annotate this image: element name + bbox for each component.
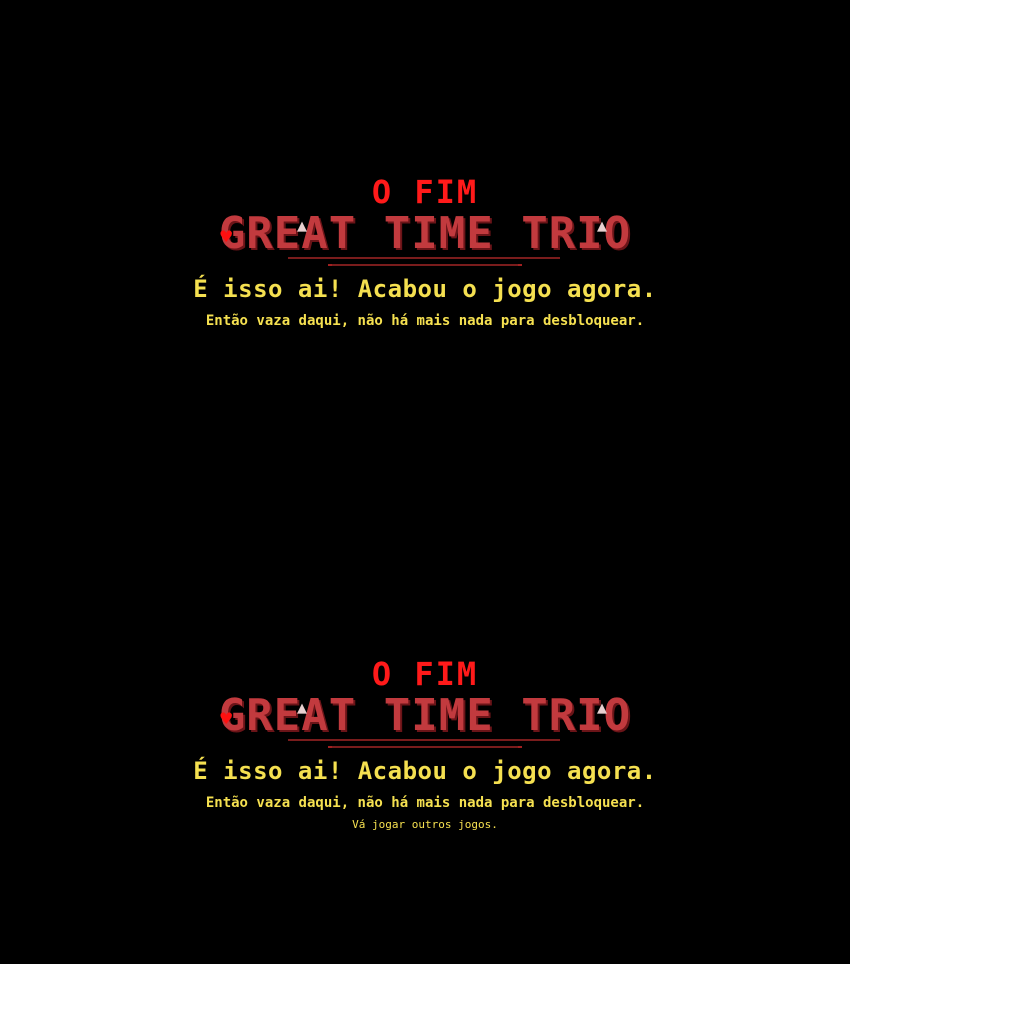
end-extra-message: Vá jogar outros jogos. bbox=[352, 818, 498, 831]
end-message: É isso ai! Acabou o jogo agora. bbox=[193, 275, 657, 303]
game-screen: O FIM GREAT TIME TRIO ♥ ▲ ▲ É isso ai! A… bbox=[0, 0, 850, 964]
logo-underline bbox=[328, 746, 522, 748]
arrow-up-icon: ▲ bbox=[597, 219, 607, 234]
end-submessage: Então vaza daqui, não há mais nada para … bbox=[205, 313, 645, 329]
the-end-title: O FIM bbox=[371, 173, 479, 211]
heart-icon: ♥ bbox=[219, 227, 234, 246]
arrow-up-icon: ▲ bbox=[297, 219, 307, 234]
end-message: É isso ai! Acabou o jogo agora. bbox=[193, 757, 657, 785]
the-end-title: O FIM bbox=[371, 655, 479, 693]
game-logo: GREAT TIME TRIO ♥ ▲ ▲ bbox=[162, 212, 688, 272]
arrow-up-icon: ▲ bbox=[297, 701, 307, 716]
logo-underline bbox=[328, 264, 522, 266]
heart-icon: ♥ bbox=[219, 709, 234, 728]
logo-text: GREAT TIME TRIO bbox=[218, 690, 632, 741]
logo-underline bbox=[288, 257, 560, 259]
end-submessage: Então vaza daqui, não há mais nada para … bbox=[205, 795, 645, 811]
logo-underline bbox=[288, 739, 560, 741]
game-logo: GREAT TIME TRIO ♥ ▲ ▲ bbox=[162, 694, 688, 754]
arrow-up-icon: ▲ bbox=[597, 701, 607, 716]
logo-text: GREAT TIME TRIO bbox=[218, 208, 632, 259]
